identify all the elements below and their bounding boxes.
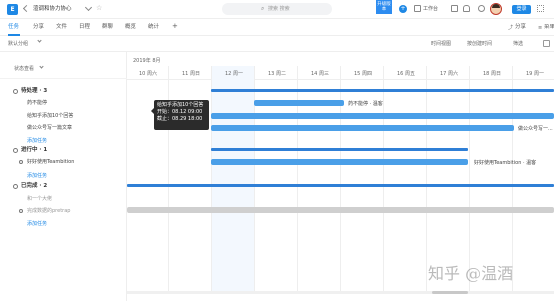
group-selector[interactable]: 默认分组 (8, 41, 28, 47)
month-label: 2019年 8月 (133, 58, 161, 64)
day-label: 12 周一 (225, 71, 243, 77)
tooltip-title: 给知乎添加10个回答 (157, 102, 204, 108)
completed-task-bar[interactable] (127, 207, 554, 213)
avatar[interactable] (490, 3, 502, 15)
toolbar: 默认分组 时间视图 按创建时间 筛选 (0, 36, 554, 52)
day-label: 19 周一 (526, 71, 544, 77)
status-filter[interactable]: 状态查看 (14, 66, 34, 72)
task-bar[interactable] (211, 159, 468, 165)
group-bar[interactable] (211, 148, 468, 151)
chevron-down-icon[interactable] (37, 38, 42, 43)
group-header[interactable]: 已完成 · 2 (21, 183, 47, 190)
star-icon[interactable]: ☆ (96, 4, 102, 13)
day-label: 11 周日 (182, 71, 200, 77)
scrollbar-thumb[interactable] (432, 291, 468, 294)
day-label: 14 周三 (311, 71, 329, 77)
day-label: 18 周日 (483, 71, 501, 77)
horizontal-scrollbar[interactable] (127, 291, 554, 294)
column-line (469, 66, 470, 292)
tab-overview[interactable]: 概览 (125, 24, 136, 31)
task-item[interactable]: 药不能停 (27, 100, 47, 106)
task-item[interactable]: 好好使用Teambition (27, 159, 74, 165)
search-input[interactable]: ⌕ 搜索 搜索 (222, 3, 332, 15)
checkbox-icon[interactable] (19, 160, 23, 164)
tab-statistics[interactable]: 统计 (148, 24, 159, 31)
day-label: 10 周六 (139, 71, 157, 77)
workspace-icon[interactable] (414, 5, 421, 12)
task-tooltip: 给知乎添加10个回答 开始：08.12 09:00 截止：08.29 18:00 (151, 100, 209, 130)
share-icon[interactable]: ⤴ (508, 25, 513, 31)
add-task-link[interactable]: 添加任务 (27, 173, 47, 179)
search-icon: ⌕ (261, 5, 265, 12)
task-item-completed[interactable]: 和一个大佬 (27, 196, 52, 202)
tab-bar: 任务 分享 文件 日程 群聊 概览 统计 + ⤴ 分享 ≡ 菜单 (0, 19, 554, 36)
tab-schedule[interactable]: 日程 (79, 24, 90, 31)
project-name[interactable]: 渲调和协力协心 (33, 6, 72, 13)
sort-selector[interactable]: 按创建时间 (467, 41, 492, 47)
column-line (211, 66, 212, 292)
task-bar[interactable] (211, 125, 514, 131)
task-item-completed[interactable]: 完成数据的pretrap (27, 208, 70, 214)
chevron-down-icon[interactable] (84, 3, 93, 12)
column-line (383, 66, 384, 292)
add-icon[interactable]: + (399, 5, 407, 13)
task-item[interactable]: 给知乎添加10个回答 (27, 113, 73, 119)
day-label: 13 周二 (268, 71, 286, 77)
search-placeholder: 搜索 搜索 (268, 6, 290, 12)
menu-icon[interactable] (543, 40, 550, 47)
add-task-link[interactable]: 添加任务 (27, 138, 47, 144)
group-header[interactable]: 待处理 · 3 (21, 88, 47, 95)
collapse-icon[interactable] (13, 148, 18, 153)
day-label: 15 周四 (354, 71, 372, 77)
group-bar[interactable] (127, 184, 554, 187)
chevron-down-icon[interactable] (39, 64, 44, 69)
menu-link[interactable]: 菜单 (544, 24, 554, 31)
view-selector[interactable]: 时间视图 (431, 41, 451, 47)
group-header[interactable]: 进行中 · 1 (21, 147, 47, 154)
task-bar-label: 做公众号写一... (518, 126, 553, 132)
upgrade-button[interactable]: 升级版本 (376, 0, 392, 14)
today-column (211, 66, 254, 292)
task-bar[interactable] (254, 100, 344, 106)
tab-group-chat[interactable]: 群聊 (102, 24, 113, 31)
task-bar-label: 药不能停 · 温客 (348, 101, 383, 107)
collapse-icon[interactable] (13, 89, 18, 94)
day-label: 16 周五 (397, 71, 415, 77)
login-button[interactable]: 登录 (512, 5, 531, 14)
group-bar[interactable] (211, 89, 554, 92)
task-bar[interactable] (211, 113, 554, 119)
filter-button[interactable]: 筛选 (513, 41, 523, 47)
top-bar: E 渲调和协力协心 ☆ ⌕ 搜索 搜索 升级版本 + 工作台 登录 (0, 0, 554, 19)
add-tab-button[interactable]: + (172, 23, 178, 30)
collapse-icon[interactable] (13, 184, 18, 189)
share-link[interactable]: 分享 (515, 24, 526, 31)
tab-share[interactable]: 分享 (33, 24, 44, 31)
menu-icon[interactable]: ≡ (538, 25, 542, 31)
tab-tasks[interactable]: 任务 (8, 24, 19, 31)
tooltip-end: 截止：08.29 18:00 (157, 116, 203, 122)
tab-files[interactable]: 文件 (56, 24, 67, 31)
calendar-icon[interactable] (451, 5, 458, 12)
workspace-label[interactable]: 工作台 (423, 6, 438, 12)
task-item[interactable]: 做公众号写一篇文章 (27, 125, 72, 131)
watermark: 知乎 @温酒 (428, 264, 514, 283)
column-line (512, 66, 513, 292)
chevron-left-icon[interactable] (22, 4, 31, 13)
bell-icon[interactable] (463, 5, 470, 12)
checkbox-icon[interactable] (19, 209, 23, 213)
task-list-panel: 状态查看 待处理 · 3 药不能停 给知乎添加10个回答 做公众号写一篇文章 添… (0, 52, 127, 301)
day-label: 17 周六 (440, 71, 458, 77)
grid-icon[interactable] (537, 5, 544, 12)
question-icon[interactable] (478, 5, 485, 12)
column-line (426, 66, 427, 292)
divider (0, 78, 127, 79)
add-task-link[interactable]: 添加任务 (27, 221, 47, 227)
tooltip-start: 开始：08.12 09:00 (157, 109, 203, 115)
project-logo[interactable]: E (7, 4, 18, 15)
task-bar-label: 好好使用Teambition · 温客 (474, 160, 537, 166)
